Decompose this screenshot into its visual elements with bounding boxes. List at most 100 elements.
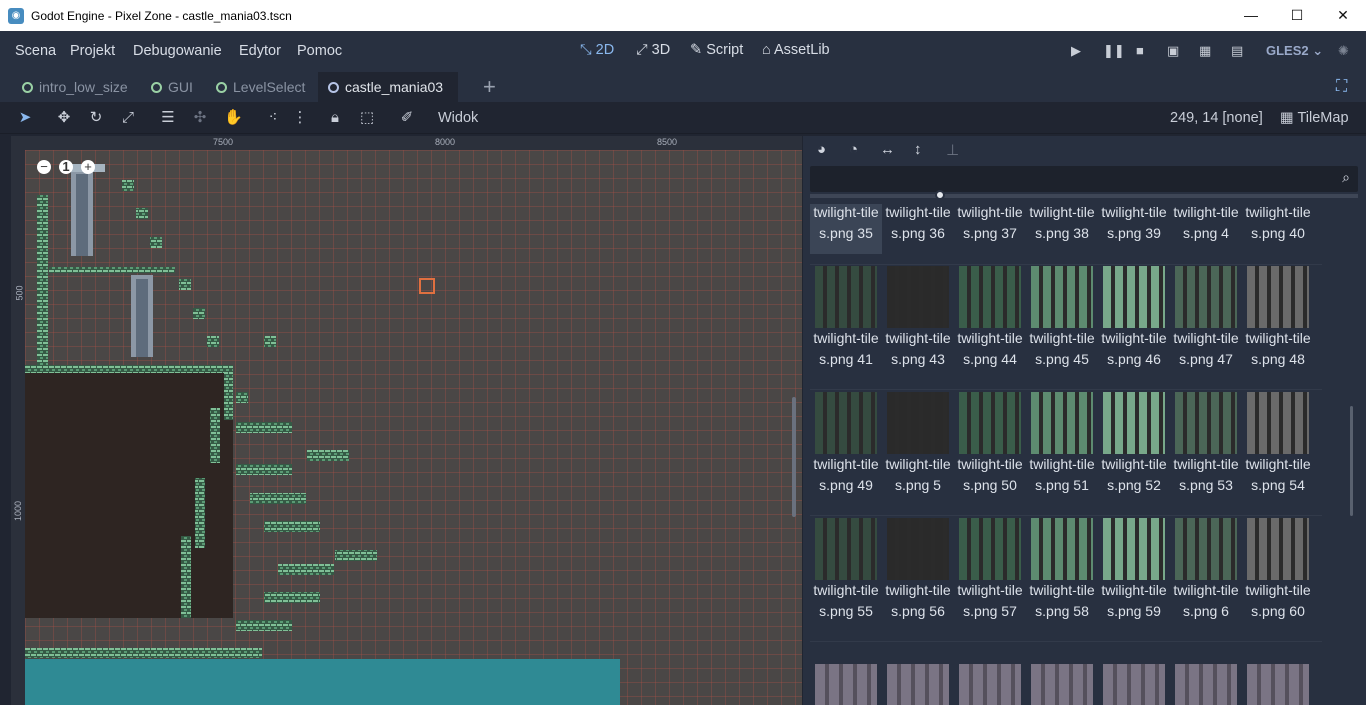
tile-item[interactable]: twilight-tiles.png 59: [1098, 514, 1170, 632]
tile-item[interactable]: twilight-tiles.png 40: [1242, 204, 1314, 254]
tile-label: twilight-tiles.png 56: [885, 582, 951, 619]
pivot-icon[interactable]: ✣: [191, 109, 209, 127]
tile-item[interactable]: twilight-tiles.png 50: [954, 388, 1026, 506]
clear-transform-icon[interactable]: ⊥: [946, 141, 959, 159]
tile-item[interactable]: twilight-tiles.png 46: [1098, 262, 1170, 380]
zoom-out-icon[interactable]: −: [37, 160, 51, 174]
menu-scena[interactable]: Scena: [15, 43, 56, 59]
tile-item[interactable]: twilight-tiles.png 57: [954, 514, 1026, 632]
group-icon[interactable]: ⬚: [358, 109, 376, 127]
tile-item[interactable]: twilight-tiles.png 56: [882, 514, 954, 632]
move-mode-icon[interactable]: ✥: [55, 109, 73, 127]
menu-debugowanie[interactable]: Debugowanie: [133, 43, 222, 59]
slider-knob[interactable]: [935, 190, 945, 200]
rotate-right-icon[interactable]: ◔: [849, 141, 858, 158]
tile-item[interactable]: twilight-tiles.png 55: [810, 514, 882, 632]
window-titlebar: ◉ Godot Engine - Pixel Zone - castle_man…: [0, 0, 1366, 31]
select-mode-icon[interactable]: ➤: [16, 109, 34, 127]
fullscreen-icon[interactable]: ⛶: [1336, 72, 1356, 102]
play-custom-scene-icon[interactable]: ▦: [1199, 43, 1211, 59]
flip-horizontal-icon[interactable]: ↔: [880, 141, 895, 158]
zoom-in-icon[interactable]: +: [81, 160, 95, 174]
tile-item[interactable]: twilight-tiles.png 37: [954, 204, 1026, 254]
tile-thumbnail: [959, 266, 1021, 328]
zoom-level[interactable]: 1: [59, 160, 73, 174]
tile-item[interactable]: twilight-tiles.png 39: [1098, 204, 1170, 254]
list-select-icon[interactable]: ☰: [159, 109, 177, 127]
play-icon[interactable]: ▶: [1071, 43, 1081, 59]
scale-mode-icon[interactable]: ⤢: [119, 109, 137, 127]
ruler-left: 500 1000: [11, 136, 25, 705]
menu-edytor[interactable]: Edytor: [239, 43, 281, 59]
tab-intro-low-size[interactable]: intro_low_size: [12, 72, 138, 102]
workspace-2d-button[interactable]: ⤡ 2D: [580, 42, 614, 58]
skeleton-icon[interactable]: ✐: [398, 109, 416, 127]
tile-zoom-slider[interactable]: [810, 190, 1358, 200]
tile-item[interactable]: twilight-tiles.png 47: [1170, 262, 1242, 380]
menu-pomoc[interactable]: Pomoc: [297, 43, 342, 59]
tile-label: twilight-tiles.png 47: [1173, 330, 1239, 367]
ruler-label: 8500: [657, 137, 678, 147]
tile-thumbnail[interactable]: [1175, 664, 1237, 705]
lock-icon[interactable]: 🔒︎: [326, 109, 344, 127]
snap-icon[interactable]: ⁖: [264, 109, 282, 127]
play-scene-icon[interactable]: ▣: [1167, 43, 1179, 59]
ruler-top: 7500 8000 8500: [11, 136, 802, 150]
workspace-assetlib-button[interactable]: ⌂ AssetLib: [762, 42, 830, 58]
tile-item[interactable]: twilight-tiles.png 51: [1026, 388, 1098, 506]
tile-item[interactable]: twilight-tiles.png 53: [1170, 388, 1242, 506]
flip-vertical-icon[interactable]: ↕: [914, 141, 922, 158]
tile-thumbnail[interactable]: [815, 664, 877, 705]
tile-item[interactable]: twilight-tiles.png 36: [882, 204, 954, 254]
row-separator: [810, 389, 1322, 390]
tile-thumbnail: [815, 392, 877, 454]
tile-item[interactable]: twilight-tiles.png 6: [1170, 514, 1242, 632]
tile-item[interactable]: twilight-tiles.png 35: [810, 204, 882, 254]
minimize-button[interactable]: —: [1228, 0, 1274, 31]
workspace-3d-button[interactable]: ⤢ 3D: [636, 42, 670, 58]
tile-thumbnail[interactable]: [887, 664, 949, 705]
tile-item[interactable]: twilight-tiles.png 45: [1026, 262, 1098, 380]
tile-item[interactable]: twilight-tiles.png 44: [954, 262, 1026, 380]
tile-item[interactable]: twilight-tiles.png 52: [1098, 388, 1170, 506]
pause-icon[interactable]: ❚❚: [1103, 43, 1125, 59]
tile-search-input[interactable]: ⌕: [810, 166, 1358, 192]
pan-mode-icon[interactable]: ✋: [224, 109, 243, 127]
tile-item[interactable]: twilight-tiles.png 54: [1242, 388, 1314, 506]
tile-item[interactable]: twilight-tiles.png 58: [1026, 514, 1098, 632]
tab-levelselect[interactable]: LevelSelect: [206, 72, 314, 102]
stop-icon[interactable]: ■: [1136, 43, 1144, 58]
tile-thumbnail[interactable]: [1247, 664, 1309, 705]
spinner-icon: ✺: [1338, 43, 1349, 58]
row-separator: [810, 515, 1322, 516]
tile-item[interactable]: twilight-tiles.png 5: [882, 388, 954, 506]
palette-scrollbar[interactable]: [1350, 406, 1353, 516]
snap-options-icon[interactable]: ⋮: [291, 109, 309, 127]
tile-item[interactable]: twilight-tiles.png 38: [1026, 204, 1098, 254]
menu-projekt[interactable]: Projekt: [70, 43, 115, 59]
new-tab-plus-icon[interactable]: +: [483, 72, 503, 102]
renderer-select[interactable]: GLES2 ⌄: [1266, 43, 1323, 59]
tile-label: twilight-tiles.png 45: [1029, 330, 1095, 367]
tile-item[interactable]: twilight-tiles.png 41: [810, 262, 882, 380]
rotate-left-icon[interactable]: ◕: [817, 141, 826, 158]
tilemap-grid[interactable]: [25, 150, 802, 705]
tile-label: twilight-tiles.png 44: [957, 330, 1023, 367]
tile-thumbnail[interactable]: [959, 664, 1021, 705]
tile-item[interactable]: twilight-tiles.png 60: [1242, 514, 1314, 632]
close-button[interactable]: ✕: [1320, 0, 1366, 31]
rotate-mode-icon[interactable]: ↻: [87, 109, 105, 127]
tile-item[interactable]: twilight-tiles.png 49: [810, 388, 882, 506]
tile-item[interactable]: twilight-tiles.png 48: [1242, 262, 1314, 380]
view-menu[interactable]: Widok: [438, 109, 478, 127]
maximize-button[interactable]: ☐: [1274, 0, 1320, 31]
tab-castle-mania03[interactable]: castle_mania03: [318, 72, 458, 102]
tab-gui[interactable]: GUI: [141, 72, 201, 102]
workspace-script-button[interactable]: ✎ Script: [690, 42, 743, 58]
tile-item[interactable]: twilight-tiles.png 43: [882, 262, 954, 380]
tile-thumbnail[interactable]: [1031, 664, 1093, 705]
tile-item[interactable]: twilight-tiles.png 4: [1170, 204, 1242, 254]
clapper-icon[interactable]: ▤: [1231, 43, 1243, 59]
viewport-scrollbar[interactable]: [792, 397, 796, 517]
tile-thumbnail[interactable]: [1103, 664, 1165, 705]
